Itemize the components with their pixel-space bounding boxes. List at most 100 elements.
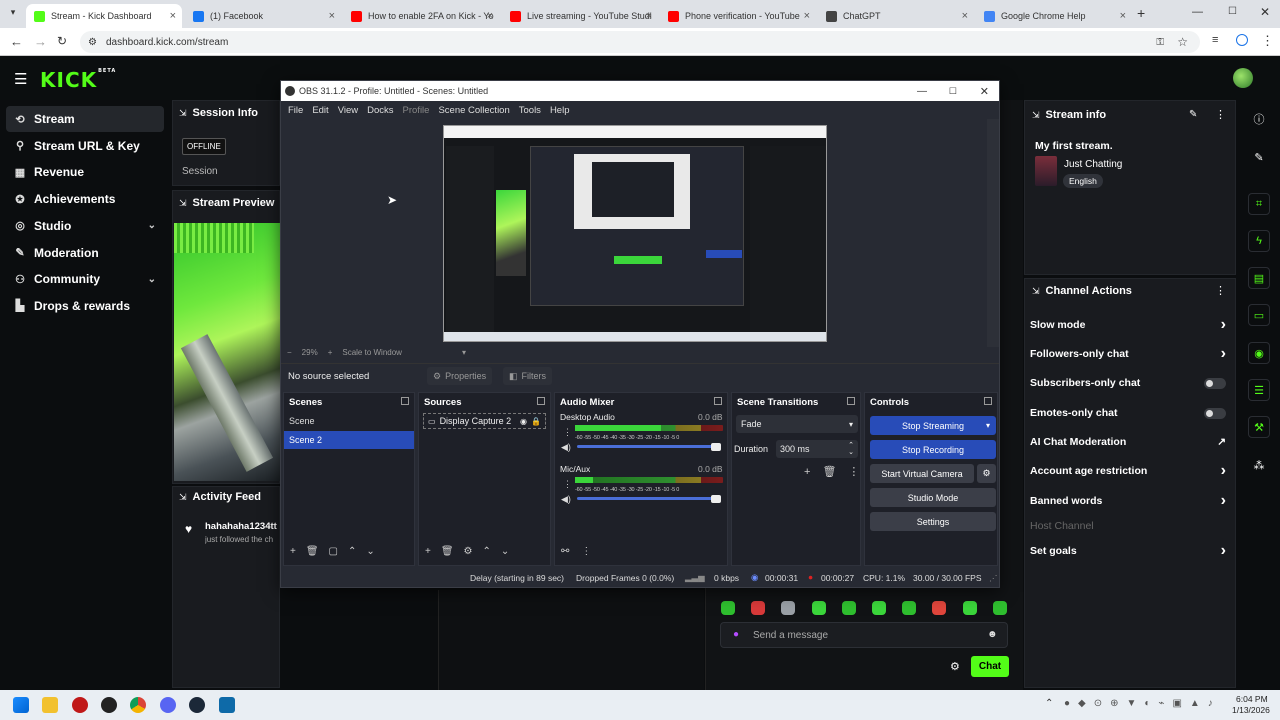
new-tab-button[interactable]: + <box>1137 5 1145 21</box>
stream-category[interactable]: Just Chatting <box>1064 159 1122 170</box>
close-window-button[interactable]: ✕ <box>1260 5 1270 19</box>
address-bar[interactable]: ⚙ dashboard.kick.com/stream ⚿ ☆ <box>80 31 1200 53</box>
chat-send-button[interactable]: Chat <box>971 656 1009 677</box>
broadcast-icon[interactable]: ◉ <box>1248 342 1270 364</box>
chevron-right-icon[interactable]: › <box>1221 316 1226 334</box>
hamburger-menu-icon[interactable]: ☰ <box>14 70 27 88</box>
channel-action-emotes-only-chat[interactable]: Emotes-only chat <box>1030 401 1226 425</box>
sidebar-item-moderation[interactable]: ✎ Moderation <box>6 240 164 266</box>
add-source-icon[interactable]: + <box>425 546 431 557</box>
scene-item-selected[interactable]: Scene 2 <box>284 431 414 449</box>
volume-slider[interactable] <box>577 497 717 500</box>
obs-preview-canvas[interactable] <box>443 125 827 342</box>
emote-icon[interactable] <box>811 601 826 615</box>
move-up-icon[interactable]: ⌃ <box>348 546 356 557</box>
clock-time[interactable]: 6:04 PM <box>1236 694 1268 704</box>
stream-info-menu-icon[interactable]: ⋮ <box>1215 108 1226 121</box>
settings-button[interactable]: Settings <box>870 512 996 531</box>
remove-scene-icon[interactable]: 🗑 <box>306 546 319 557</box>
obs-menu-file[interactable]: File <box>288 105 303 116</box>
clock-date[interactable]: 1/13/2026 <box>1232 705 1270 715</box>
obs-menu-view[interactable]: View <box>338 105 358 116</box>
mcafee-icon[interactable] <box>72 697 88 713</box>
move-up-icon[interactable]: ⌃ <box>483 546 491 557</box>
speaker-icon[interactable]: ◀) <box>561 442 571 453</box>
emote-icon[interactable] <box>872 601 886 615</box>
dock-float-icon[interactable] <box>401 397 409 405</box>
obs-close-button[interactable]: ✕ <box>980 85 989 98</box>
kick-logo[interactable]: KICKBETA <box>40 68 116 92</box>
emote-icon[interactable] <box>751 601 766 615</box>
duration-stepper-icon[interactable]: ⌃ ⌄ <box>848 442 854 456</box>
obs-menu-profile[interactable]: Profile <box>403 105 430 116</box>
profile-icon[interactable] <box>1236 34 1248 46</box>
volume-slider-knob[interactable] <box>711 495 721 503</box>
remove-transition-icon[interactable]: 🗑 <box>822 465 836 478</box>
sidebar-item-drops-rewards[interactable]: ▙ Drops & rewards <box>6 293 164 319</box>
sidebar-item-stream[interactable]: ⟲ Stream <box>6 106 164 132</box>
add-widget-icon[interactable]: ⁂ <box>1248 454 1270 476</box>
lightning-icon[interactable]: ϟ <box>1248 230 1270 252</box>
visibility-eye-icon[interactable]: ◉ <box>520 417 527 426</box>
lock-icon[interactable]: 🔒 <box>531 417 541 426</box>
emote-icon[interactable] <box>841 601 856 615</box>
obs-minimize-button[interactable]: — <box>917 86 927 97</box>
chevron-right-icon[interactable]: › <box>1221 492 1226 510</box>
tray-icons[interactable]: ●◆⊙⊕▼◐⌁▣▲♪ <box>1064 698 1221 709</box>
properties-button[interactable]: ⚙ Properties <box>427 367 493 385</box>
list-icon[interactable]: ☰ <box>1248 379 1270 401</box>
mixer-link-icon[interactable]: ⚯ <box>561 546 569 557</box>
edit-pencil-icon[interactable]: ✎ <box>1189 109 1197 120</box>
tab-close-icon[interactable]: × <box>646 10 652 22</box>
obs-maximize-button[interactable]: ☐ <box>949 86 957 97</box>
stream-preview-video[interactable] <box>174 223 280 481</box>
move-down-icon[interactable]: ⌄ <box>501 546 509 557</box>
browser-tab[interactable]: Stream - Kick Dashboard × <box>26 4 182 28</box>
add-scene-icon[interactable]: + <box>290 546 296 557</box>
browser-menu-icon[interactable]: ⋮ <box>1261 33 1274 49</box>
emote-icon[interactable] <box>962 601 977 615</box>
discord-icon[interactable] <box>160 697 176 713</box>
channel-action-ai-chat-moderation[interactable]: AI Chat Moderation ↗ <box>1030 430 1226 454</box>
mixer-options-icon[interactable]: ⋮ <box>563 479 572 490</box>
tab-close-icon[interactable]: × <box>487 10 493 22</box>
channel-action-slow-mode[interactable]: Slow mode › <box>1030 313 1226 337</box>
zoom-in-icon[interactable]: + <box>328 348 333 357</box>
minimize-window-button[interactable]: — <box>1192 6 1203 18</box>
external-link-icon[interactable]: ↗ <box>1217 436 1226 448</box>
obs-menu-edit[interactable]: Edit <box>312 105 328 116</box>
tray-chevron-icon[interactable]: ⌃ <box>1045 698 1053 709</box>
stream-options-chevron-icon[interactable]: ▾ <box>986 421 990 430</box>
sidebar-item-stream-url-key[interactable]: ⚲ Stream URL & Key <box>6 133 164 159</box>
toggle-switch[interactable] <box>1204 407 1226 419</box>
chrome-icon[interactable] <box>130 697 146 713</box>
speaker-icon[interactable]: ◀) <box>561 494 571 505</box>
file-explorer-icon[interactable] <box>42 697 58 713</box>
sidebar-item-revenue[interactable]: ▦ Revenue <box>6 159 164 185</box>
app-icon[interactable] <box>219 697 235 713</box>
pencil-icon[interactable]: ✎ <box>1248 146 1270 168</box>
duration-input[interactable]: 300 ms ⌃ ⌄ <box>776 440 858 458</box>
obs-taskbar-icon[interactable] <box>101 697 117 713</box>
tab-search-button[interactable]: ▾ <box>6 7 20 21</box>
activity-user[interactable]: hahahaha1234tt <box>205 521 281 532</box>
browser-tab[interactable]: Live streaming - YouTube Studi × <box>502 4 658 28</box>
maximize-window-button[interactable]: ☐ <box>1228 6 1237 17</box>
obs-menu-docks[interactable]: Docks <box>367 105 393 116</box>
tab-close-icon[interactable]: × <box>329 10 335 22</box>
chat-bubble-icon[interactable]: ▭ <box>1248 304 1270 326</box>
preview-scrollbar[interactable] <box>987 119 999 347</box>
chevron-right-icon[interactable]: › <box>1221 462 1226 480</box>
steam-icon[interactable] <box>189 697 205 713</box>
volume-slider[interactable] <box>577 445 717 448</box>
toggle-switch[interactable] <box>1204 377 1226 389</box>
channel-action-account-age-restriction[interactable]: Account age restriction › <box>1030 459 1226 483</box>
dock-float-icon[interactable] <box>847 397 855 405</box>
site-info-icon[interactable]: ⚙ <box>88 37 97 48</box>
studio-mode-button[interactable]: Studio Mode <box>870 488 996 507</box>
dock-float-icon[interactable] <box>537 397 545 405</box>
wrench-icon[interactable]: ⚒ <box>1248 416 1270 438</box>
tab-close-icon[interactable]: × <box>170 10 176 22</box>
resize-grip-icon[interactable]: ⋰ <box>989 573 998 584</box>
windows-start-icon[interactable] <box>13 697 29 713</box>
